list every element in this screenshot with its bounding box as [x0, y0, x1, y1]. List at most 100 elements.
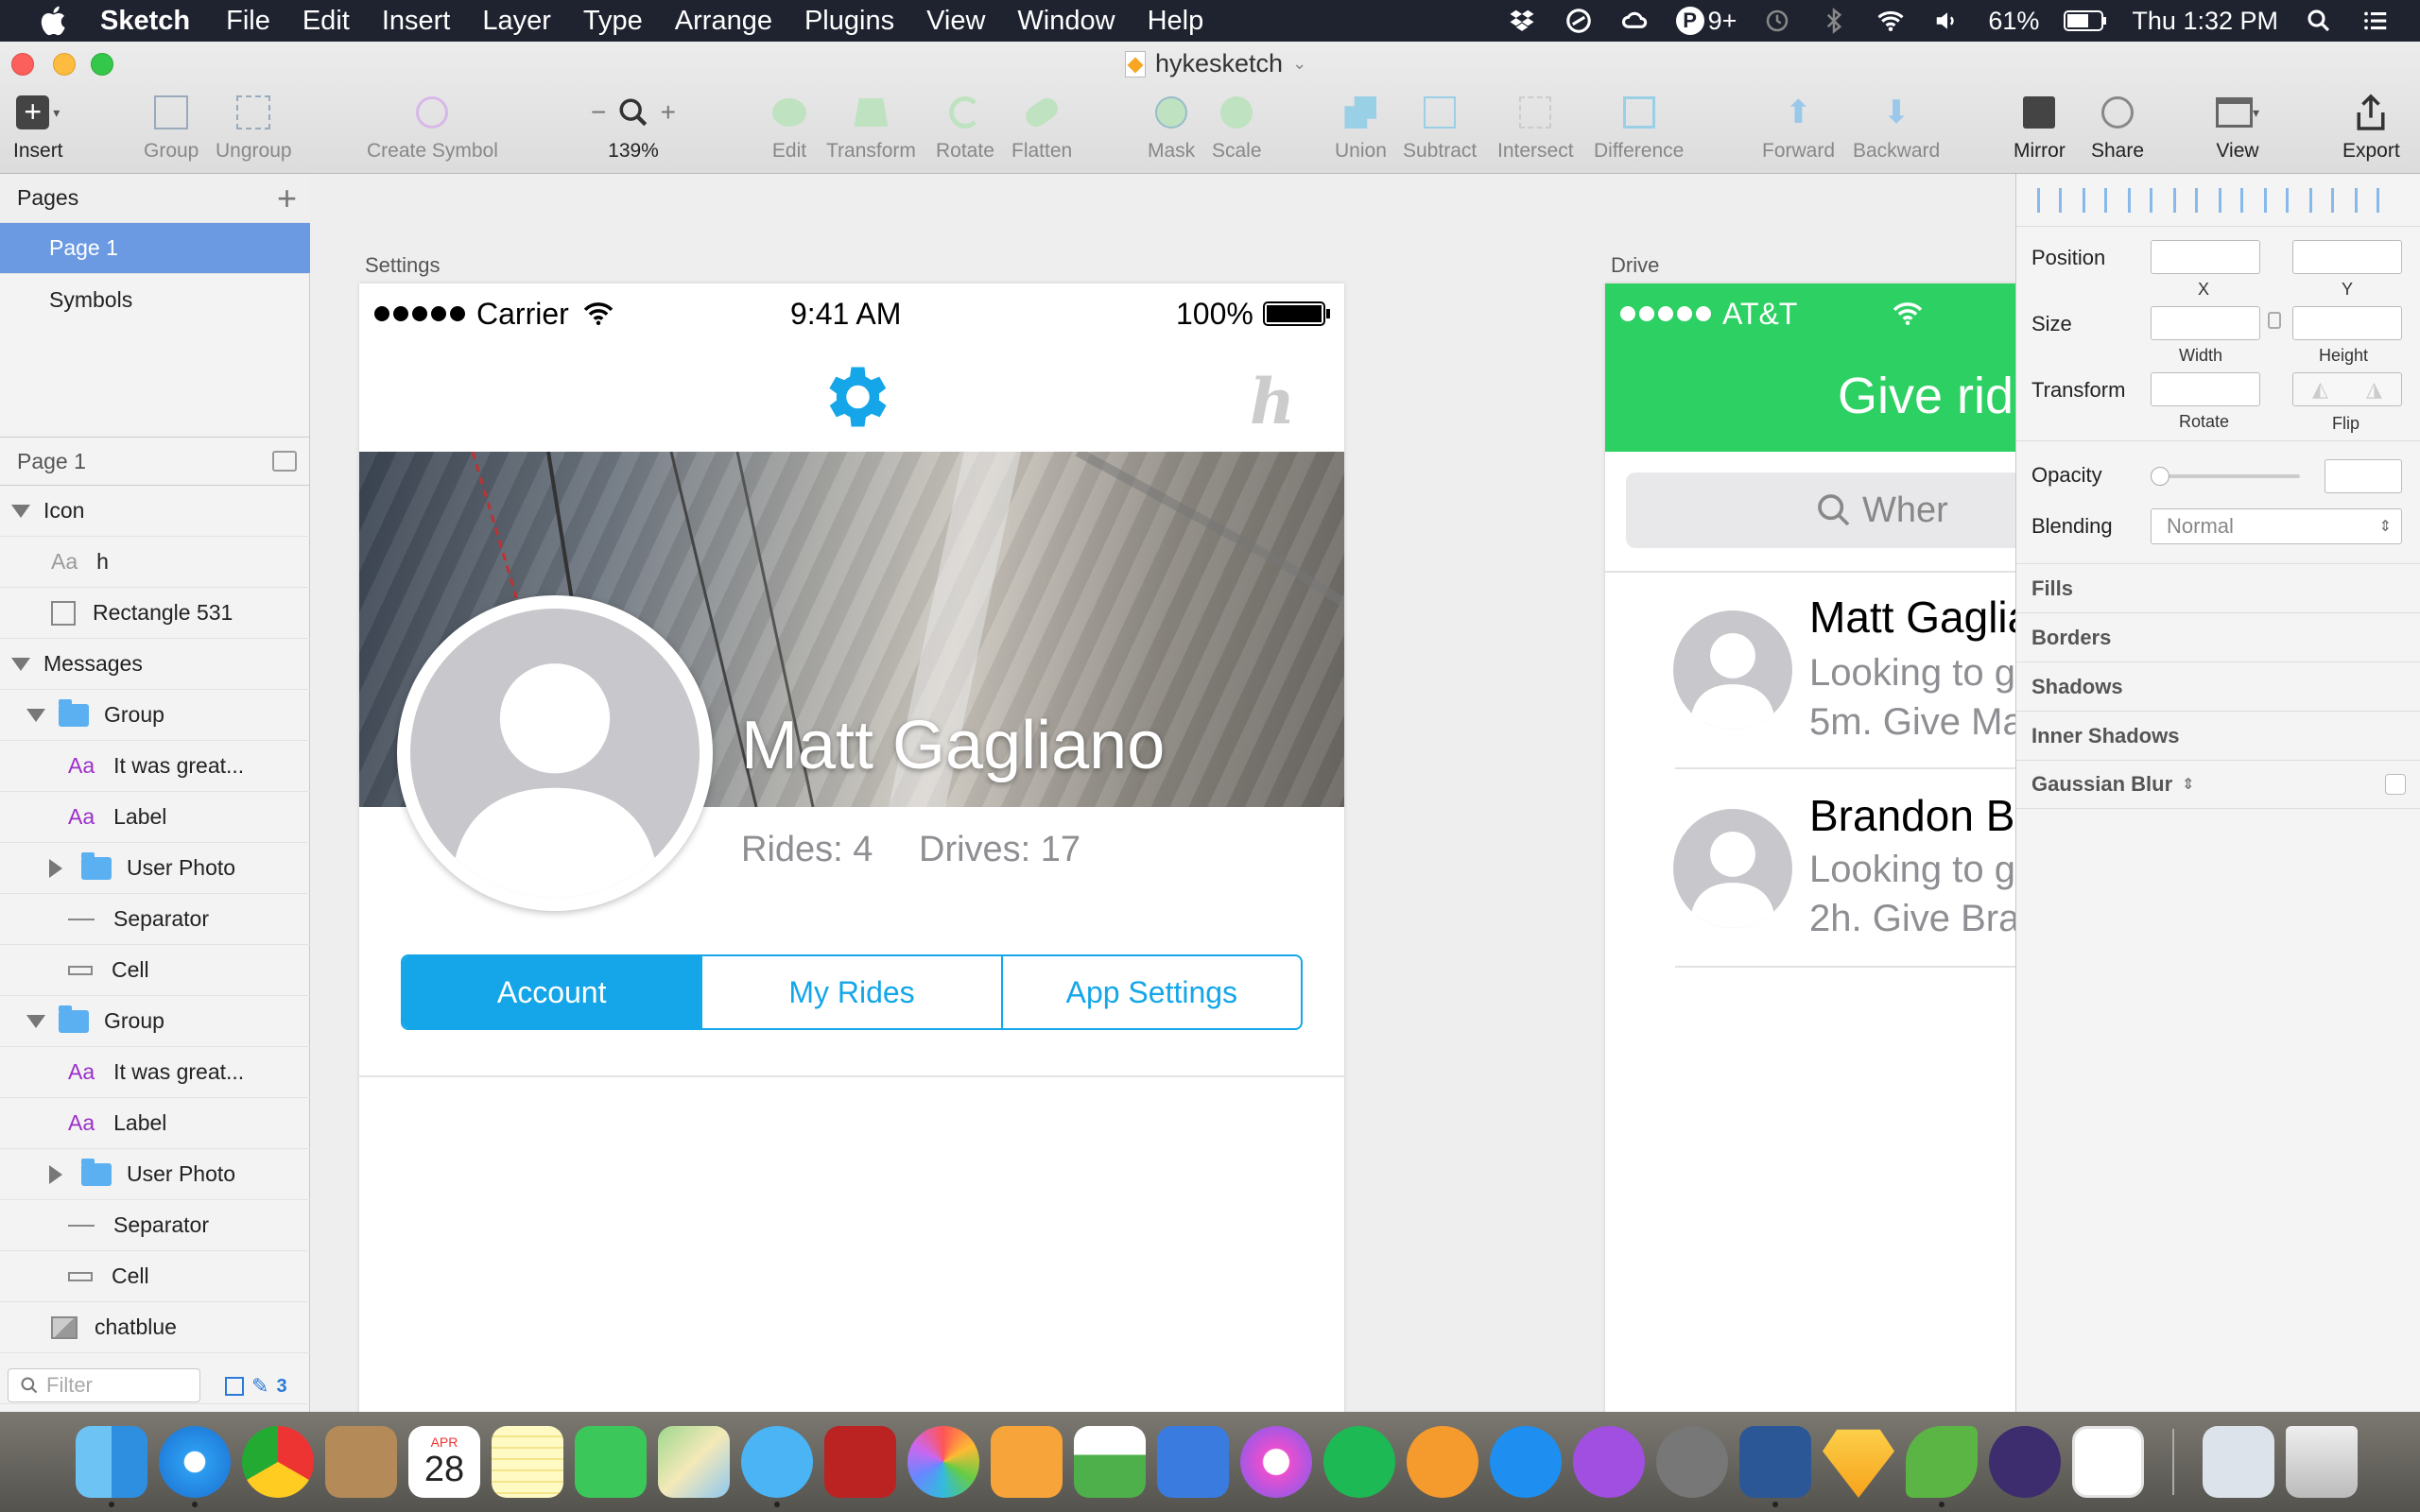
profile-avatar[interactable] — [397, 595, 713, 911]
drive-artboard[interactable]: AT&T Give rid Wher Matt Gaglia Looking t… — [1605, 284, 2015, 1412]
sync-icon[interactable] — [1563, 7, 1595, 35]
menu-edit[interactable]: Edit — [302, 6, 350, 37]
share-button[interactable]: Share — [2091, 91, 2144, 163]
battery-percent[interactable]: 61% — [1988, 7, 2039, 36]
disclosure-closed-icon[interactable] — [49, 858, 62, 878]
align-right-icon[interactable] — [2219, 187, 2243, 213]
chrome-icon[interactable] — [242, 1426, 314, 1498]
layer-row[interactable]: Aa Label — [0, 792, 310, 843]
mirror-button[interactable]: Mirror — [2014, 91, 2066, 163]
drive-search-field[interactable]: Wher — [1626, 472, 2015, 548]
menu-plugins[interactable]: Plugins — [804, 6, 894, 37]
layer-row[interactable]: chatblue — [0, 1302, 310, 1353]
photo-booth-icon[interactable] — [824, 1426, 896, 1498]
ungroup-button[interactable]: Ungroup — [216, 91, 292, 163]
gear-icon[interactable] — [815, 357, 894, 437]
borders-section[interactable]: Borders — [2016, 612, 2420, 662]
volume-icon[interactable] — [1931, 7, 1963, 35]
spotify-icon[interactable] — [1323, 1426, 1395, 1498]
finder-icon[interactable] — [76, 1426, 147, 1507]
tab-my-rides[interactable]: My Rides — [702, 956, 1003, 1028]
calendar-icon[interactable]: APR 28 — [408, 1426, 480, 1498]
system-preferences-icon[interactable] — [1656, 1426, 1728, 1498]
message-sender[interactable]: Brandon Be — [1809, 790, 2015, 841]
lock-icon[interactable] — [2268, 312, 2281, 329]
layer-row[interactable]: Messages — [0, 639, 310, 690]
flip-horizontal-icon[interactable]: ◭ — [2312, 377, 2328, 402]
canvas[interactable]: Settings Carrier 9:41 AM 100% h Matt Gag… — [310, 174, 2015, 1412]
apple-icon[interactable] — [38, 4, 72, 38]
evernote-icon[interactable] — [1906, 1426, 1978, 1507]
disclosure-closed-icon[interactable] — [49, 1164, 62, 1184]
close-window-button[interactable] — [11, 53, 34, 76]
trash-icon[interactable] — [2286, 1426, 2358, 1498]
menu-layer[interactable]: Layer — [482, 6, 551, 37]
notes-icon[interactable] — [492, 1426, 563, 1498]
distribute-vertical-icon[interactable] — [2083, 187, 2107, 213]
inner-shadows-section[interactable]: Inner Shadows — [2016, 711, 2420, 760]
layer-row[interactable]: Group — [0, 690, 310, 741]
transform-button[interactable]: Transform — [826, 91, 916, 163]
collapse-pages-icon[interactable] — [272, 451, 297, 472]
bluetooth-icon[interactable] — [1818, 7, 1850, 35]
filter-options[interactable]: ✎ 3 — [225, 1374, 287, 1399]
shadows-section[interactable]: Shadows — [2016, 662, 2420, 711]
flip-buttons[interactable]: ◭ ◮ — [2292, 372, 2402, 406]
ibooks-icon[interactable] — [1407, 1426, 1478, 1498]
disclosure-open-icon[interactable] — [26, 708, 45, 722]
flip-vertical-icon[interactable]: ◮ — [2366, 377, 2382, 402]
rotate-field[interactable] — [2151, 372, 2260, 406]
layer-row[interactable]: Icon — [0, 486, 310, 537]
export-button[interactable]: Export — [2342, 91, 2400, 163]
photos-icon[interactable] — [908, 1426, 979, 1498]
gaussian-blur-checkbox[interactable] — [2385, 774, 2406, 795]
layer-row[interactable]: Aah — [0, 537, 310, 588]
layer-row[interactable]: Separator — [0, 1200, 310, 1251]
width-field[interactable] — [2151, 306, 2260, 340]
spotlight-icon[interactable] — [2303, 7, 2335, 35]
tab-account[interactable]: Account — [403, 956, 703, 1028]
union-button[interactable]: Union — [1335, 91, 1387, 163]
menu-type[interactable]: Type — [583, 6, 643, 37]
app-store-icon[interactable] — [1490, 1426, 1562, 1498]
align-top-icon[interactable] — [2264, 187, 2289, 213]
safari-icon[interactable] — [159, 1426, 231, 1507]
align-middle-icon[interactable] — [2309, 187, 2334, 213]
zoom-control[interactable]: − + 139% — [577, 91, 690, 163]
distribute-horizontal-icon[interactable] — [2037, 187, 2062, 213]
flatten-button[interactable]: Flatten — [1011, 91, 1072, 163]
layer-row[interactable]: Aa It was great... — [0, 741, 310, 792]
group-button[interactable]: Group — [144, 91, 199, 163]
intersect-button[interactable]: Intersect — [1497, 91, 1574, 163]
position-y-field[interactable] — [2292, 240, 2402, 274]
add-page-icon[interactable]: + — [277, 179, 297, 218]
layer-row[interactable]: Cell — [0, 1251, 310, 1302]
layer-row[interactable]: Group — [0, 996, 310, 1047]
artboard-label-settings[interactable]: Settings — [365, 253, 441, 278]
menu-file[interactable]: File — [226, 6, 270, 37]
layer-row[interactable]: Rectangle 531 — [0, 588, 310, 639]
preview-window-icon[interactable] — [2203, 1426, 2274, 1498]
mask-button[interactable]: Mask — [1148, 91, 1195, 163]
disclosure-open-icon[interactable] — [11, 504, 30, 518]
time-machine-icon[interactable] — [1761, 7, 1793, 35]
disclosure-open-icon[interactable] — [11, 657, 30, 671]
settings-artboard[interactable]: Carrier 9:41 AM 100% h Matt Gagliano Rid… — [359, 284, 1344, 1412]
pushbullet-status[interactable]: P 9+ — [1675, 7, 1737, 36]
clock[interactable]: Thu 1:32 PM — [2132, 7, 2278, 36]
sketch-icon[interactable] — [1823, 1429, 1894, 1498]
document-title[interactable]: hykesketch ⌄ — [1125, 49, 1306, 78]
maps-icon[interactable] — [658, 1426, 730, 1498]
notification-center-icon[interactable] — [2360, 7, 2392, 35]
menu-app-name[interactable]: Sketch — [100, 6, 190, 37]
layer-row[interactable]: Aa Label — [0, 1098, 310, 1149]
opacity-field[interactable] — [2325, 459, 2402, 493]
minimize-window-button[interactable] — [53, 53, 76, 76]
difference-button[interactable]: Difference — [1594, 91, 1684, 163]
height-field[interactable] — [2292, 306, 2402, 340]
dropbox-icon[interactable] — [1506, 7, 1538, 35]
opacity-slider[interactable] — [2158, 474, 2300, 478]
layer-row[interactable]: Cell — [0, 945, 310, 996]
edit-button[interactable]: Edit — [768, 91, 811, 163]
page-item-symbols[interactable]: Symbols — [0, 274, 310, 325]
